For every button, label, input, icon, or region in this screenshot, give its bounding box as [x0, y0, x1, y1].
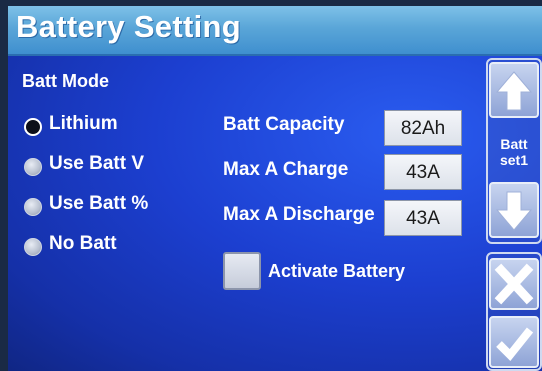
max-a-charge-label: Max A Charge — [223, 159, 349, 180]
side-navigation: Batt set1 — [486, 58, 542, 371]
batt-mode-option-label: Use Batt V — [49, 153, 145, 174]
x-icon — [494, 263, 534, 305]
radio-selected-icon[interactable] — [24, 118, 42, 136]
page-title: Battery Setting — [16, 9, 241, 44]
batt-mode-heading: Batt Mode — [22, 71, 109, 91]
max-a-discharge-label: Max A Discharge — [223, 204, 375, 225]
activate-battery-checkbox[interactable] — [223, 252, 261, 290]
page-up-button[interactable] — [489, 62, 539, 118]
max-a-discharge-field[interactable]: 43A — [384, 200, 462, 236]
radio-unselected-icon[interactable] — [24, 198, 42, 216]
page-indicator-line1: Batt — [500, 136, 528, 152]
cancel-button[interactable] — [489, 258, 539, 310]
page-down-button[interactable] — [489, 182, 539, 238]
confirm-button[interactable] — [489, 316, 539, 368]
batt-mode-option-label: Use Batt % — [49, 193, 149, 214]
radio-unselected-icon[interactable] — [24, 238, 42, 256]
title-bar: Battery Setting — [8, 6, 542, 56]
check-icon — [496, 327, 534, 361]
page-indicator-line2: set1 — [499, 152, 529, 168]
arrow-up-icon — [495, 71, 533, 111]
radio-unselected-icon[interactable] — [24, 158, 42, 176]
batt-capacity-field[interactable]: 82Ah — [384, 110, 462, 146]
battery-setting-screen: Battery Setting Batt Mode Lithium Use Ba… — [8, 6, 542, 371]
max-a-charge-field[interactable]: 43A — [384, 154, 462, 190]
page-indicator: Batt set1 — [486, 136, 542, 168]
activate-battery-label: Activate Battery — [268, 261, 406, 281]
batt-mode-option-label: Lithium — [49, 113, 118, 134]
batt-capacity-label: Batt Capacity — [223, 114, 345, 135]
arrow-down-icon — [495, 191, 533, 231]
batt-mode-option-label: No Batt — [49, 233, 117, 254]
